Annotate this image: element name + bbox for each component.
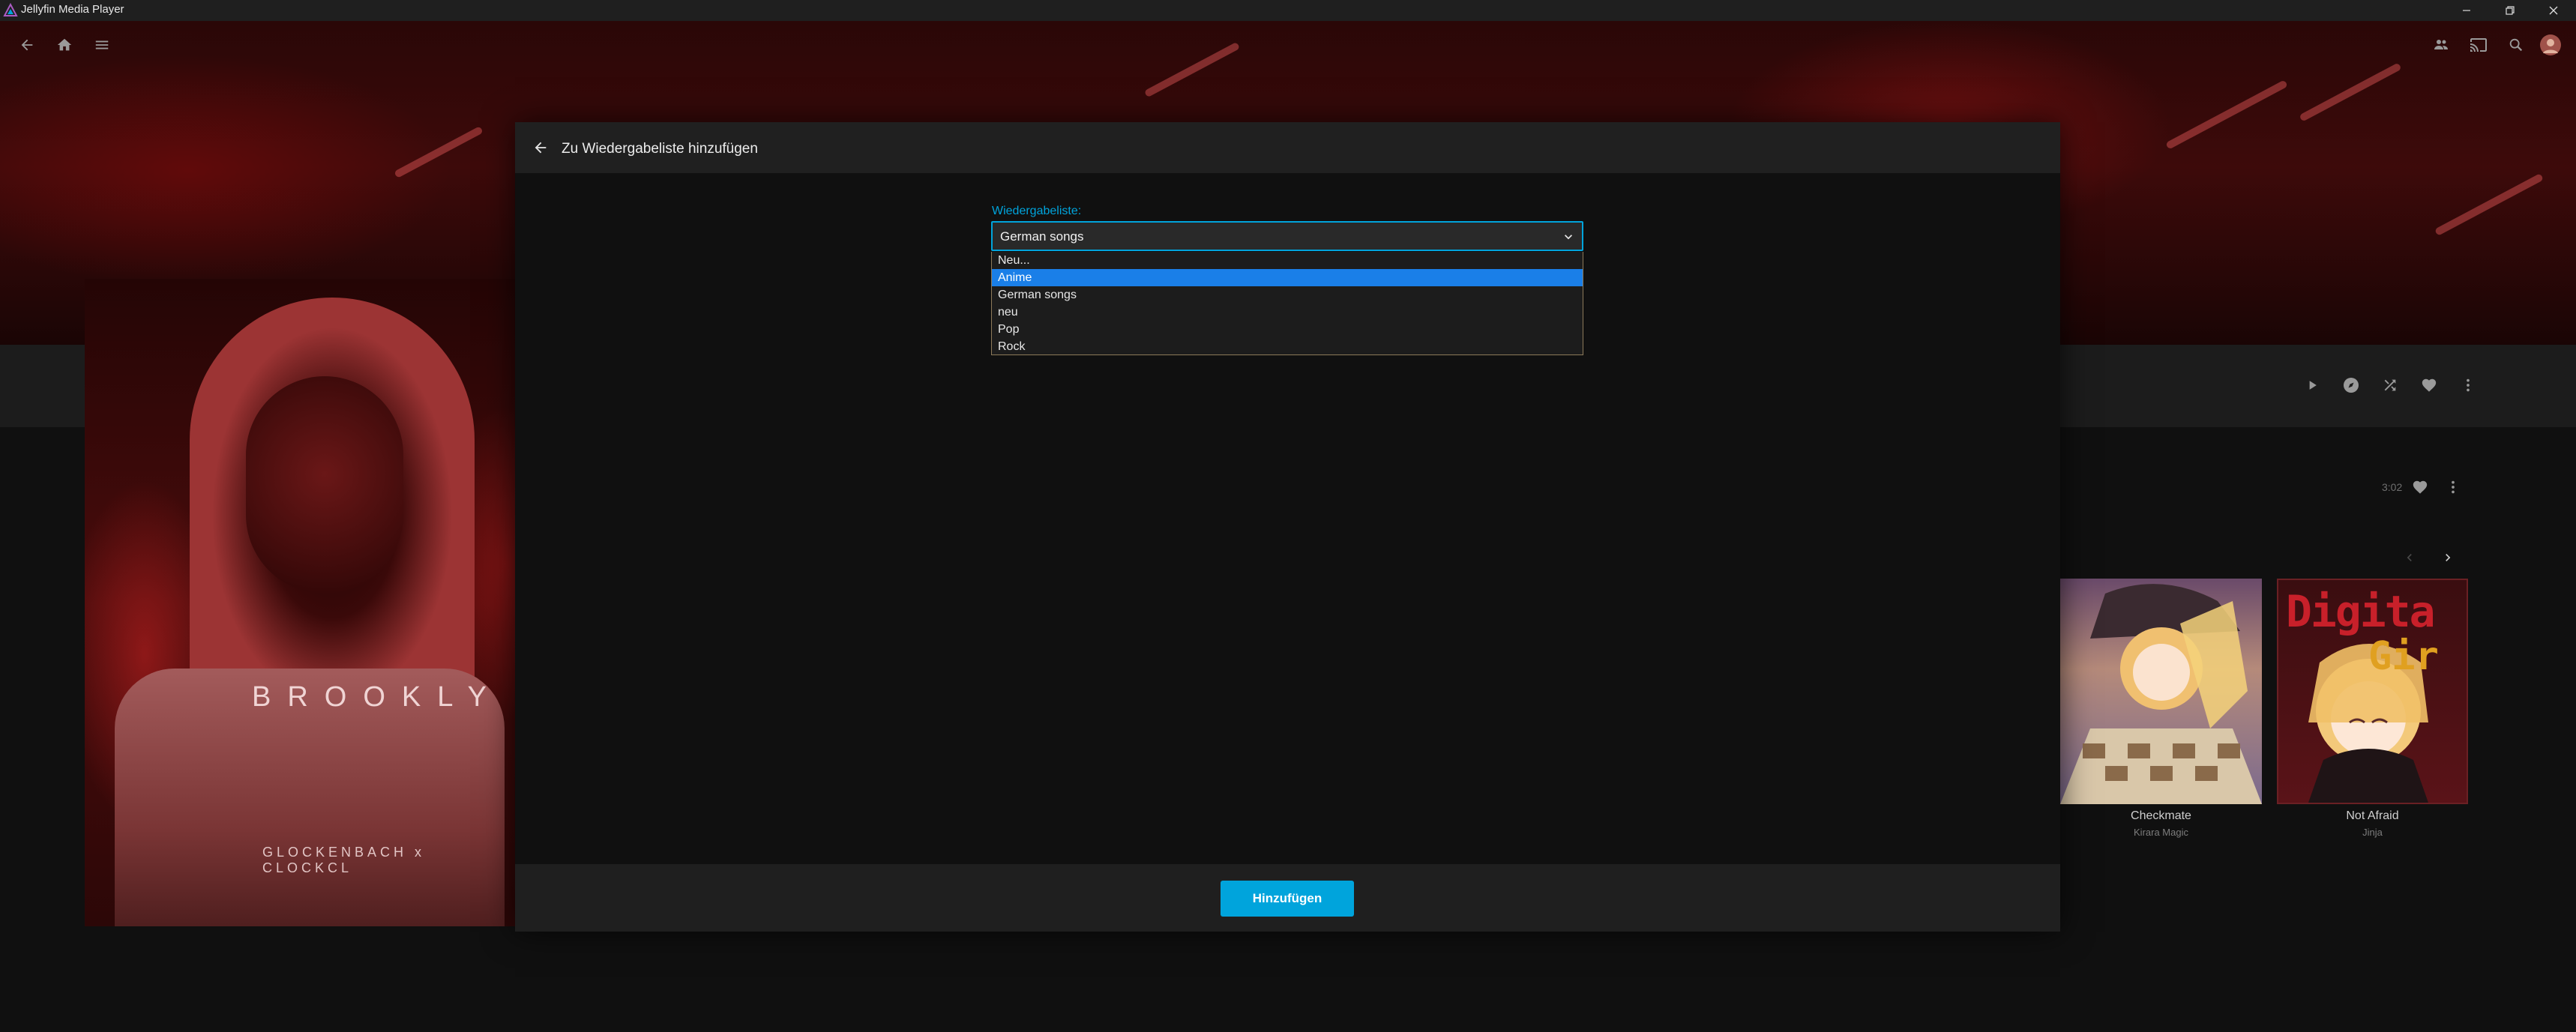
digital-art-line1: Digita — [2286, 586, 2436, 637]
playlist-option-anime[interactable]: Anime — [992, 269, 1583, 286]
card-artist[interactable]: Jinja — [2277, 827, 2468, 838]
close-window-button[interactable] — [2535, 0, 2572, 21]
more-options-icon[interactable] — [2453, 370, 2483, 400]
checkmate-album-art[interactable] — [2060, 579, 2262, 804]
track-more-options-icon[interactable] — [2438, 472, 2468, 502]
album-cover-title-text: BROOKLY — [252, 681, 503, 713]
playlist-field-label: Wiedergabeliste: — [992, 205, 1082, 217]
playlist-option-pop[interactable]: Pop — [992, 321, 1583, 338]
back-arrow-icon[interactable] — [15, 33, 39, 57]
playlist-dropdown-list: Neu... Anime German songs neu Pop Rock — [991, 252, 1583, 355]
carousel-next-icon[interactable] — [2433, 543, 2463, 573]
search-icon[interactable] — [2504, 33, 2528, 57]
add-to-playlist-button[interactable]: Hinzufügen — [1221, 881, 1354, 917]
restore-window-button[interactable] — [2491, 0, 2529, 21]
dialog-title: Zu Wiedergabeliste hinzufügen — [562, 141, 758, 157]
playlist-option-new[interactable]: Neu... — [992, 252, 1583, 269]
album-cover-image: BROOKLY GLOCKENBACH x CLOCKCL — [85, 279, 516, 926]
card-artist[interactable]: Kirara Magic — [2060, 827, 2262, 838]
cast-icon[interactable] — [2467, 33, 2491, 57]
playlist-select[interactable]: German songs — [991, 221, 1583, 251]
playlist-option-neu[interactable]: neu — [992, 304, 1583, 321]
album-cover-credits-text: GLOCKENBACH x CLOCKCL — [262, 845, 426, 875]
chevron-down-icon — [1561, 229, 1576, 244]
window-title-bar — [0, 0, 2576, 21]
shuffle-icon[interactable] — [2375, 370, 2405, 400]
track-duration: 3:02 — [2382, 481, 2403, 493]
playlist-option-german-songs[interactable]: German songs — [992, 286, 1583, 304]
carousel-previous-icon[interactable] — [2395, 543, 2425, 573]
syncplay-group-icon[interactable] — [2429, 33, 2453, 57]
track-favorite-heart-icon[interactable] — [2405, 472, 2435, 502]
not-afraid-album-art[interactable]: Digita Gir — [2277, 579, 2468, 804]
digital-art-line2: Gir — [2368, 634, 2439, 679]
jellyfin-logo-icon — [3, 2, 18, 18]
playlist-option-rock[interactable]: Rock — [992, 338, 1583, 355]
card-title[interactable]: Not Afraid — [2277, 809, 2468, 823]
menu-icon[interactable] — [90, 33, 114, 57]
instant-mix-icon[interactable] — [2336, 370, 2366, 400]
playlist-select-value: German songs — [1000, 229, 1084, 244]
dialog-back-arrow-icon[interactable] — [529, 136, 553, 160]
home-icon[interactable] — [52, 33, 76, 57]
user-avatar[interactable] — [2539, 33, 2563, 57]
minimize-window-button[interactable] — [2448, 0, 2485, 21]
card-title[interactable]: Checkmate — [2060, 809, 2262, 823]
play-icon[interactable] — [2297, 370, 2327, 400]
favorite-heart-icon[interactable] — [2414, 370, 2444, 400]
window-title: Jellyfin Media Player — [21, 3, 124, 16]
